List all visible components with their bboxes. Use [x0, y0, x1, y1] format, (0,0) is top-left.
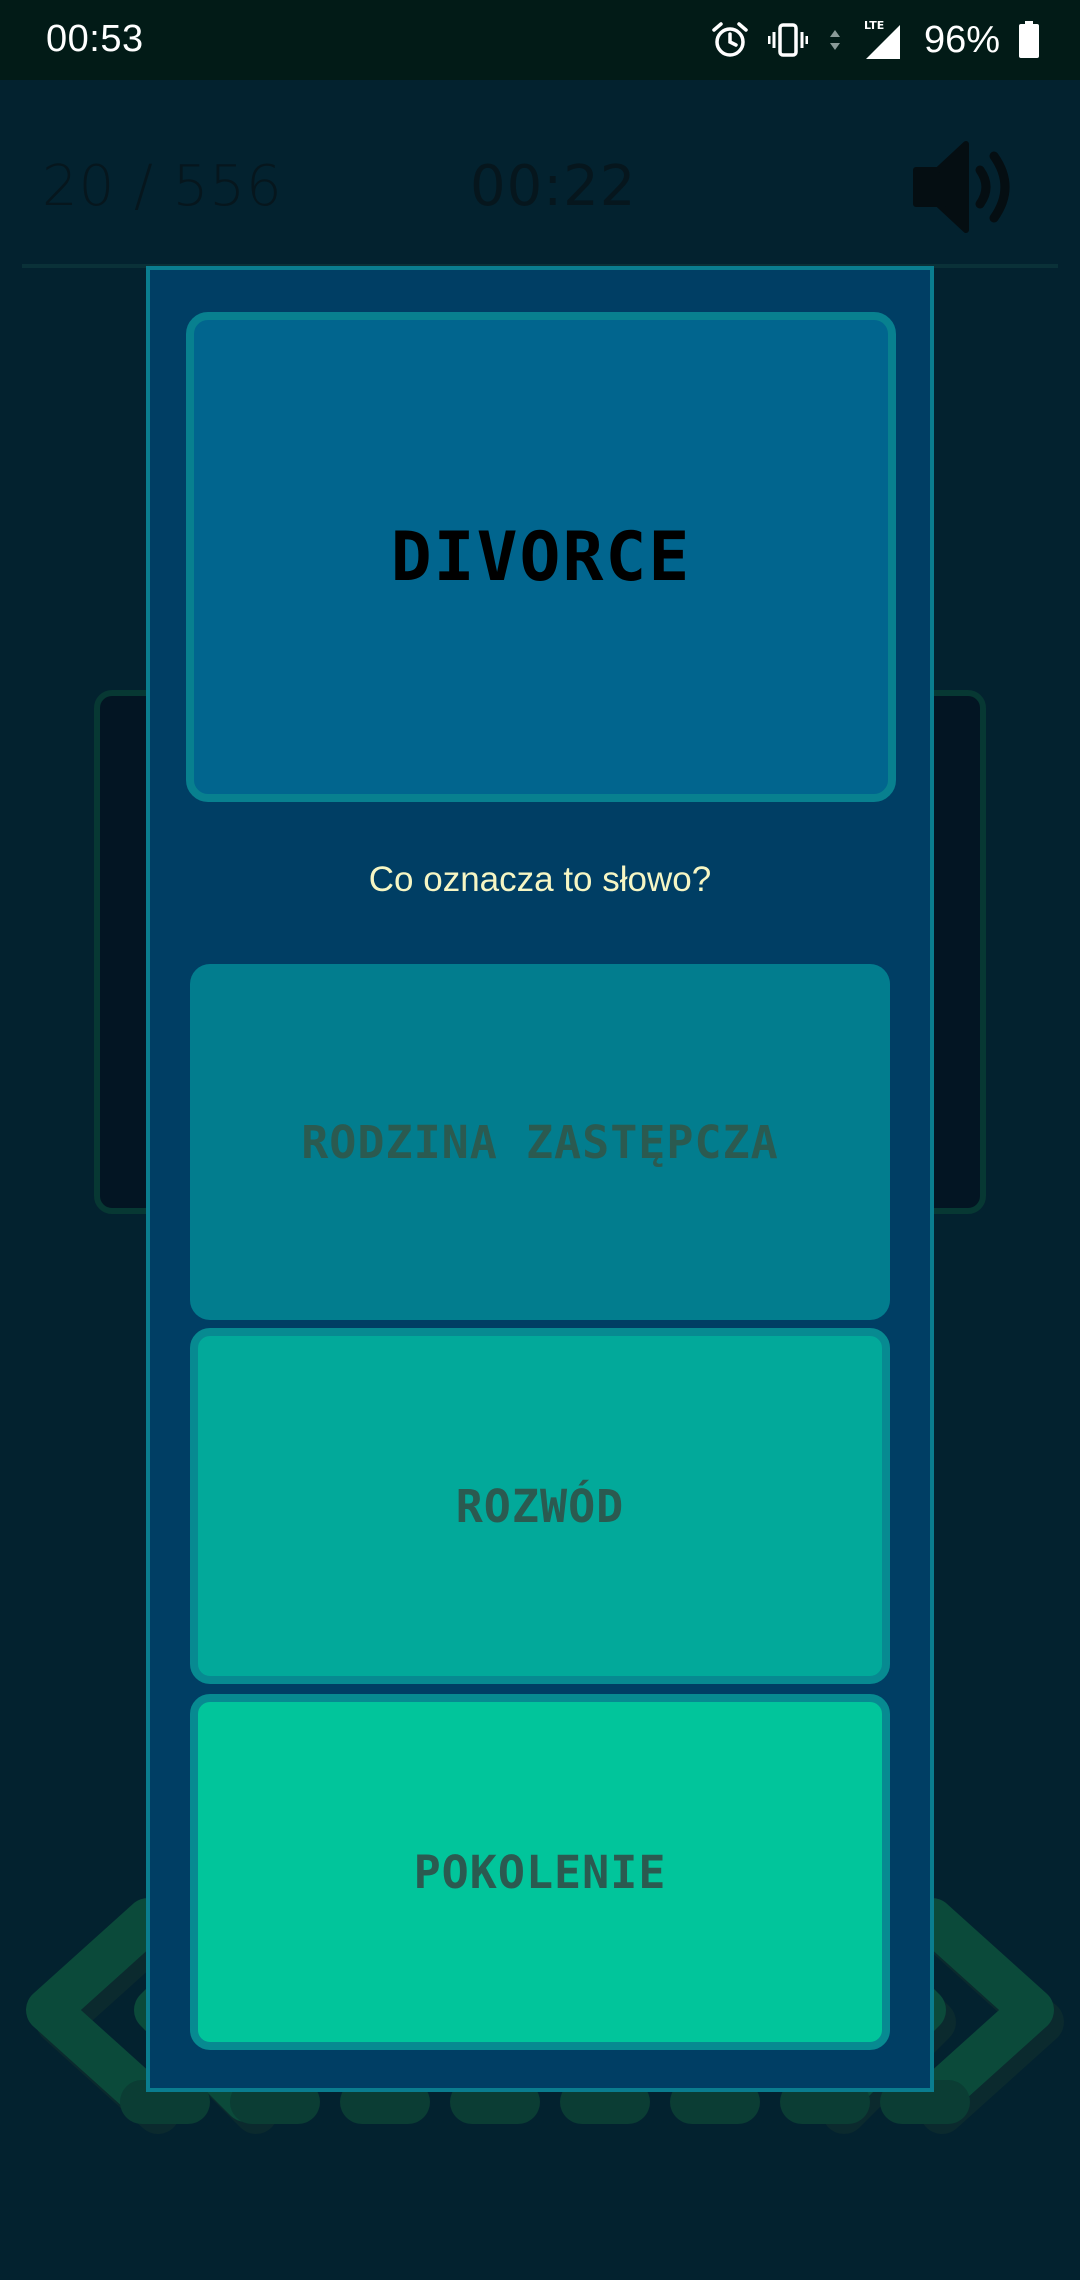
speaker-icon[interactable]: [908, 132, 1018, 247]
battery-percent: 96%: [923, 18, 1000, 61]
question-text: Co oznacza to słowo?: [368, 860, 712, 899]
answer-option-label: POKOLENIE: [413, 1845, 667, 1899]
answer-option-label: RODZINA ZASTĘPCZA: [301, 1115, 779, 1169]
word-card: DIVORCE: [186, 312, 896, 802]
lte-icon: [826, 20, 844, 60]
answer-option-label: ROZWÓD: [455, 1479, 625, 1533]
answer-option-1[interactable]: RODZINA ZASTĘPCZA: [190, 964, 890, 1320]
network-label: LTE: [864, 19, 884, 32]
vibrate-icon: [767, 20, 808, 60]
quiz-word: DIVORCE: [390, 517, 692, 597]
alarm-icon: [710, 20, 750, 60]
status-bar: 00:53 LTE 96%: [0, 0, 1080, 80]
answer-option-3[interactable]: POKOLENIE: [190, 1694, 890, 2050]
battery-icon: [1018, 20, 1040, 60]
timer: 00:22: [470, 154, 637, 219]
answer-option-2[interactable]: ROZWÓD: [190, 1328, 890, 1684]
status-icons: LTE 96%: [710, 16, 1040, 64]
quiz-dialog: DIVORCE Co oznacza to słowo? RODZINA ZAS…: [146, 266, 934, 2092]
word-counter: 20 / 556: [42, 154, 283, 219]
game-header: 20 / 556 00:22: [0, 80, 1080, 270]
status-time: 00:53: [46, 18, 144, 60]
signal-icon: LTE: [862, 19, 902, 61]
